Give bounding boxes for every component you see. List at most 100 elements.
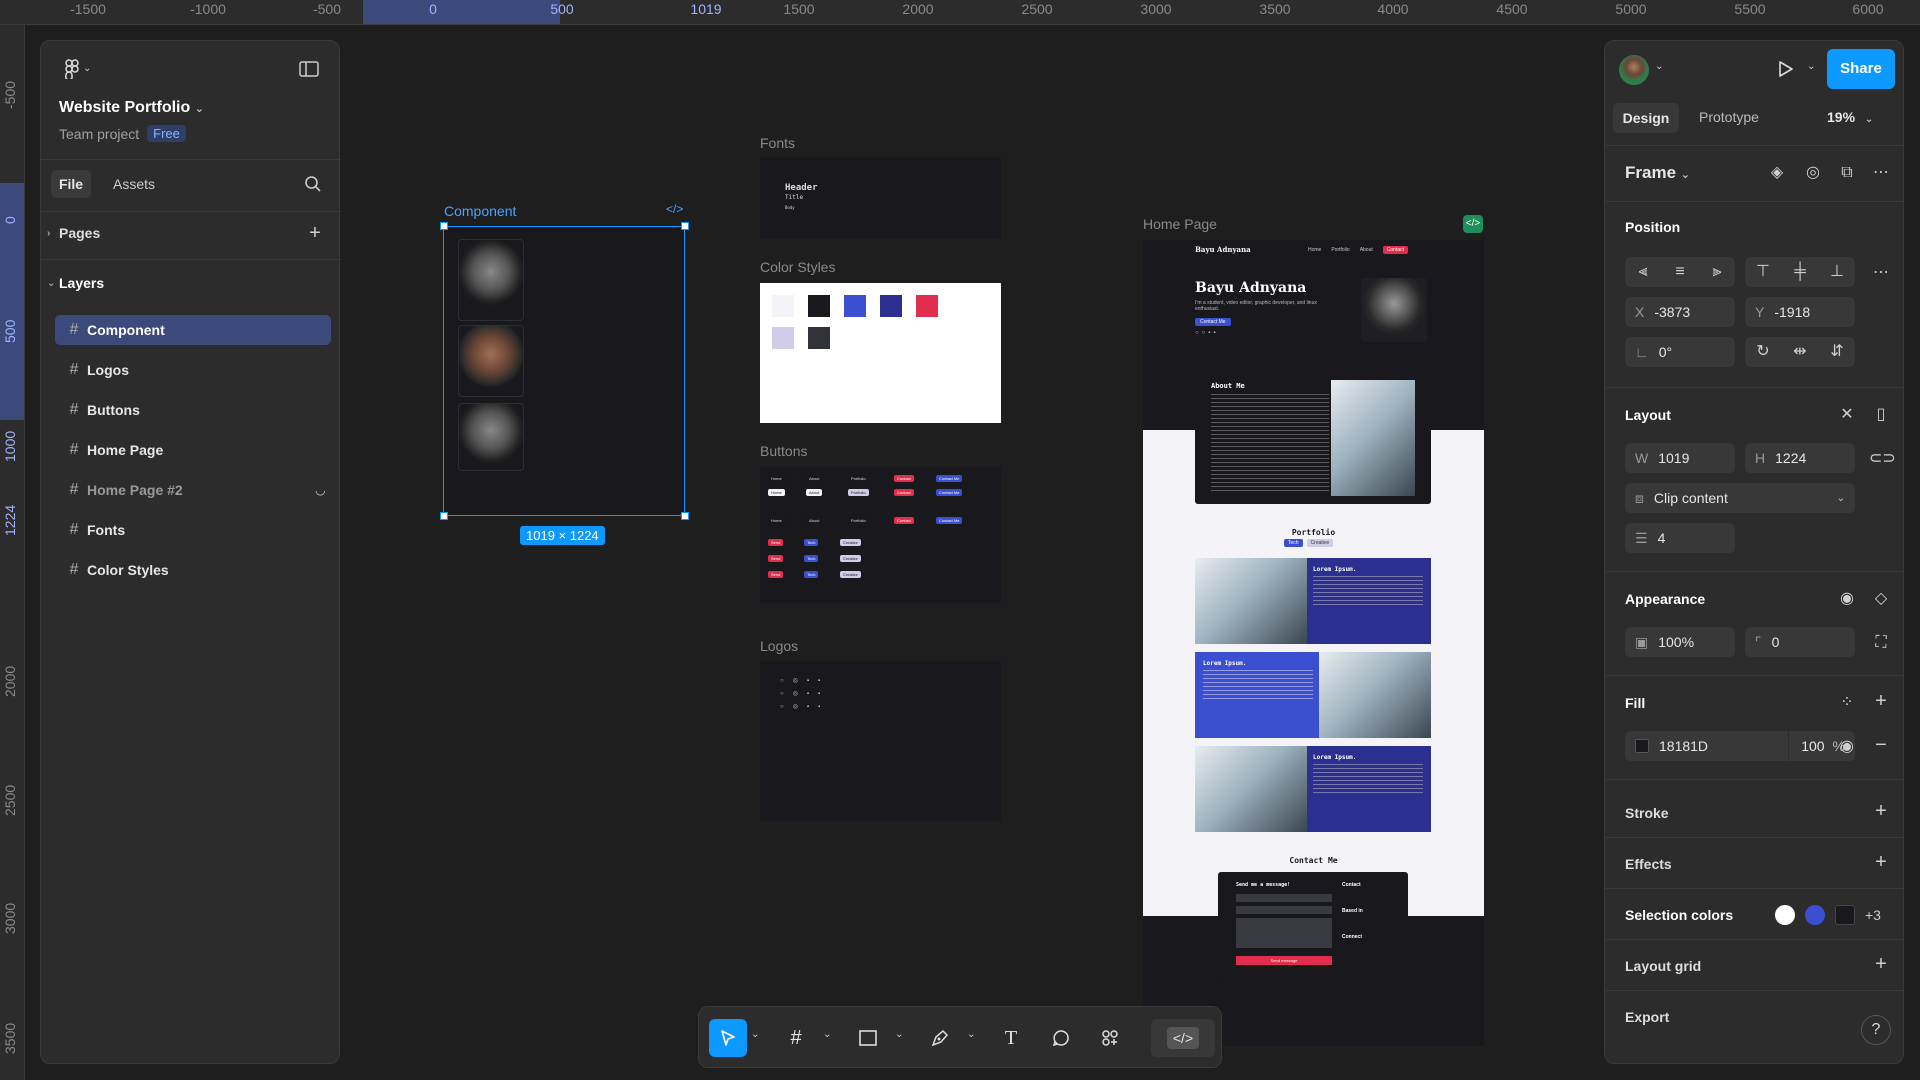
layer-fonts[interactable]: # Fonts: [55, 515, 331, 545]
constrain-proportions-icon[interactable]: ⊂⊃: [1869, 449, 1896, 469]
code-icon[interactable]: </>: [666, 202, 683, 216]
help-icon[interactable]: ?: [1861, 1015, 1891, 1045]
width-field[interactable]: W 1019: [1625, 443, 1735, 473]
add-effect-icon[interactable]: +: [1869, 852, 1893, 872]
fill-field[interactable]: 18181D 100 %: [1625, 731, 1855, 761]
avatar[interactable]: [1619, 55, 1649, 85]
add-page-icon[interactable]: +: [305, 223, 325, 243]
fill-swatch[interactable]: [1635, 739, 1649, 753]
more-icon[interactable]: ⋯: [1869, 263, 1893, 283]
code-icon[interactable]: </>: [1463, 215, 1483, 233]
tab-file[interactable]: File: [51, 170, 91, 198]
layer-logos[interactable]: # Logos: [55, 355, 331, 385]
resize-handle[interactable]: [681, 512, 689, 520]
selection-color-swatch[interactable]: [1775, 905, 1795, 925]
chevron-down-icon[interactable]: ⌄: [1655, 61, 1663, 72]
tab-assets[interactable]: Assets: [113, 176, 155, 192]
align-right-icon[interactable]: ⫸: [1705, 262, 1729, 282]
corner-radius-field[interactable]: ⌜ 0: [1745, 627, 1855, 657]
chevron-down-icon[interactable]: ⌄: [1807, 61, 1815, 72]
color-styles-frame[interactable]: [760, 283, 1001, 423]
eye-icon[interactable]: ◉: [1835, 737, 1859, 757]
chevron-down-icon[interactable]: ⌄: [751, 1029, 759, 1040]
layer-home-page[interactable]: # Home Page: [55, 435, 331, 465]
height-field[interactable]: H 1224: [1745, 443, 1855, 473]
align-middle-icon[interactable]: ╪: [1788, 262, 1812, 282]
mask-icon[interactable]: ◎: [1801, 163, 1825, 183]
rotation-field[interactable]: ∟ 0°: [1625, 337, 1735, 367]
tab-prototype[interactable]: Prototype: [1699, 109, 1759, 125]
chevron-down-icon[interactable]: ⌄: [967, 1029, 975, 1040]
buttons-frame[interactable]: Home About Portfolio Contact Contact Me Home A…: [760, 467, 1001, 603]
remove-fill-icon[interactable]: −: [1869, 735, 1893, 755]
components-tool-icon[interactable]: [1091, 1019, 1129, 1057]
buttons-frame-label[interactable]: Buttons: [760, 443, 807, 459]
independent-corners-icon[interactable]: ⛶: [1869, 633, 1893, 653]
layer-color-styles[interactable]: # Color Styles: [55, 555, 331, 585]
x-field[interactable]: X -3873: [1625, 297, 1735, 327]
flip-vertical-icon[interactable]: ⇵: [1825, 342, 1849, 362]
flip-horizontal-icon[interactable]: ⇹: [1788, 342, 1812, 362]
component-frame[interactable]: [443, 226, 685, 516]
selection-color-swatch[interactable]: [1805, 905, 1825, 925]
add-layout-grid-icon[interactable]: +: [1869, 954, 1893, 974]
pages-section[interactable]: › Pages: [47, 225, 100, 241]
fonts-frame[interactable]: Header Title Body: [760, 157, 1001, 239]
zoom-level[interactable]: 19% ⌄: [1827, 109, 1873, 125]
logos-frame[interactable]: ○◎▪▪ ○◎▪▪ ○◎▪▪: [760, 661, 1001, 821]
align-left-icon[interactable]: ⫷: [1631, 262, 1655, 282]
text-tool-icon[interactable]: T: [992, 1019, 1030, 1057]
frame-type[interactable]: Frame ⌄: [1625, 163, 1690, 183]
add-fill-icon[interactable]: +: [1869, 691, 1893, 711]
selection-color-swatch[interactable]: [1835, 905, 1855, 925]
y-field[interactable]: Y -1918: [1745, 297, 1855, 327]
plan-badge[interactable]: Free: [147, 125, 186, 142]
auto-layout-icon[interactable]: ▯: [1869, 405, 1893, 425]
frame-tool-icon[interactable]: #: [777, 1019, 815, 1057]
selection-colors-more[interactable]: +3: [1865, 907, 1881, 923]
boolean-icon[interactable]: ⧉: [1835, 163, 1859, 183]
comment-tool-icon[interactable]: [1042, 1019, 1080, 1057]
resize-handle[interactable]: [440, 222, 448, 230]
pen-tool-icon[interactable]: [921, 1019, 959, 1057]
styles-icon[interactable]: ⁘: [1835, 693, 1859, 713]
project-title[interactable]: Website Portfolio ⌄: [59, 99, 204, 117]
home-page-frame[interactable]: Bayu Adnyana Home Portfolio About Contac…: [1143, 240, 1484, 1046]
more-icon[interactable]: ⋯: [1869, 163, 1893, 183]
dev-mode-toggle[interactable]: </>: [1151, 1019, 1215, 1057]
chevron-down-icon[interactable]: ⌄: [895, 1029, 903, 1040]
align-bottom-icon[interactable]: ⊥: [1825, 262, 1849, 282]
add-stroke-icon[interactable]: +: [1869, 801, 1893, 821]
chevron-down-icon[interactable]: ⌄: [823, 1029, 831, 1040]
rectangle-tool-icon[interactable]: [849, 1019, 887, 1057]
component-frame-label[interactable]: Component: [444, 203, 516, 219]
color-styles-frame-label[interactable]: Color Styles: [760, 259, 835, 275]
figma-menu-icon[interactable]: ⌄: [61, 59, 95, 85]
share-button[interactable]: Share: [1827, 49, 1895, 89]
search-icon[interactable]: [303, 175, 323, 199]
logos-frame-label[interactable]: Logos: [760, 638, 798, 654]
home-page-frame-label[interactable]: Home Page: [1143, 216, 1217, 232]
collapse-icon[interactable]: ✕: [1835, 405, 1859, 425]
align-top-icon[interactable]: ⊤: [1751, 262, 1775, 282]
play-icon[interactable]: [1775, 60, 1797, 84]
resize-handle[interactable]: [440, 512, 448, 520]
layer-home-page-2[interactable]: # Home Page #2 ◡: [55, 475, 331, 505]
blend-mode-icon[interactable]: ◇: [1869, 589, 1893, 609]
gap-field[interactable]: ☰ 4: [1625, 523, 1735, 553]
rotate-icon[interactable]: ↻: [1751, 342, 1775, 362]
layer-buttons[interactable]: # Buttons: [55, 395, 331, 425]
layer-component[interactable]: # Component: [55, 315, 331, 345]
clip-content-select[interactable]: ⧈ Clip content ⌄: [1625, 483, 1855, 513]
align-center-icon[interactable]: ≡: [1668, 262, 1692, 282]
component-icon[interactable]: ◈: [1765, 163, 1789, 183]
opacity-field[interactable]: ▣ 100%: [1625, 627, 1735, 657]
tab-design[interactable]: Design: [1613, 103, 1679, 133]
hidden-eye-icon[interactable]: ◡: [316, 483, 325, 497]
eye-icon[interactable]: ◉: [1835, 589, 1859, 609]
fonts-frame-label[interactable]: Fonts: [760, 135, 795, 151]
layers-section[interactable]: ⌄ Layers: [47, 275, 104, 291]
move-tool-icon[interactable]: [709, 1019, 747, 1057]
resize-handle[interactable]: [681, 222, 689, 230]
sidebar-toggle-icon[interactable]: [297, 61, 321, 83]
